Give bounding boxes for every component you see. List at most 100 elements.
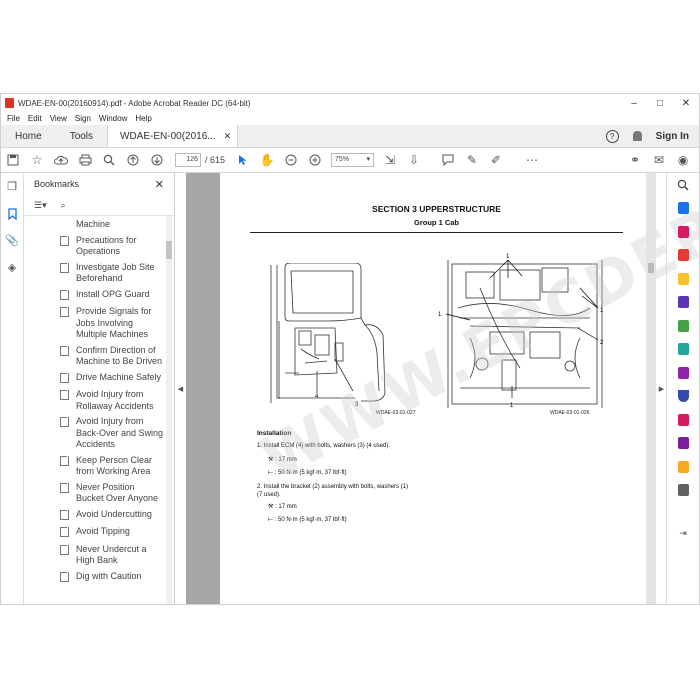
- layers-icon[interactable]: ◈: [1, 254, 23, 281]
- bookmark-item[interactable]: Confirm Direction of Machine to Be Drive…: [24, 345, 164, 368]
- combine-icon[interactable]: [667, 291, 699, 315]
- next-page-icon[interactable]: [147, 150, 167, 170]
- bookmarks-list: Machine Precautions for Operations Inves…: [24, 216, 164, 604]
- bookmarks-scrollbar[interactable]: [166, 216, 172, 604]
- edit-pdf-icon[interactable]: [667, 338, 699, 362]
- create-pdf-icon[interactable]: [667, 244, 699, 268]
- bookmark-options-icon[interactable]: ☰▾: [34, 200, 47, 211]
- share-link-icon[interactable]: ⚭: [625, 150, 645, 170]
- menu-edit[interactable]: Edit: [28, 114, 42, 123]
- close-bookmarks-icon[interactable]: ✕: [155, 178, 164, 191]
- page-fit-icon[interactable]: ⇲: [380, 150, 400, 170]
- select-cursor-icon[interactable]: [233, 150, 253, 170]
- previous-page-icon[interactable]: [123, 150, 143, 170]
- bookmarks-scroll-thumb[interactable]: [166, 241, 172, 259]
- more-tools-icon[interactable]: [667, 479, 699, 503]
- notification-bell-icon[interactable]: [632, 131, 642, 141]
- zoom-in-icon[interactable]: [305, 150, 325, 170]
- step2-wrench-size: : 17 mm: [275, 504, 297, 510]
- bookmark-item[interactable]: Never Undercut a High Bank: [24, 544, 164, 567]
- cloud-upload-icon[interactable]: [51, 150, 71, 170]
- bookmark-page-icon: [60, 417, 69, 427]
- expand-tools-icon[interactable]: ⇥: [667, 522, 699, 546]
- tab-document[interactable]: WDAE-EN-00(2016... ✕: [107, 125, 239, 147]
- pdf-page: SECTION 3 UPPERSTRUCTURE Group 1 Cab 4 3…: [220, 79, 700, 604]
- email-icon[interactable]: ✉: [649, 150, 669, 170]
- close-tab-icon[interactable]: ✕: [224, 131, 232, 142]
- bookmark-item[interactable]: Investigate Job Site Beforehand: [24, 262, 164, 285]
- bookmark-item[interactable]: Install OPG Guard: [24, 289, 164, 301]
- draw-icon[interactable]: ✐: [486, 150, 506, 170]
- step2-torque-value: : 50 N·m (5 kgf·m, 37 lbf·ft): [274, 517, 347, 523]
- zoom-search-icon[interactable]: [99, 150, 119, 170]
- bookmark-page-icon: [60, 527, 69, 537]
- page-number-input[interactable]: 126: [175, 153, 201, 167]
- bookmark-label: Machine: [76, 219, 111, 229]
- maximize-button[interactable]: □: [647, 98, 673, 109]
- attachments-icon[interactable]: 📎: [1, 227, 23, 254]
- sign-in-button[interactable]: Sign In: [656, 131, 689, 142]
- bookmark-label: Dig with Caution: [76, 570, 142, 581]
- menu-sign[interactable]: Sign: [75, 114, 91, 123]
- bookmark-item[interactable]: Precautions for Operations: [24, 235, 164, 258]
- print-icon[interactable]: [75, 150, 95, 170]
- wrench-icon: ⚒: [268, 457, 274, 463]
- tab-tools[interactable]: Tools: [56, 125, 107, 147]
- comment-tool-icon[interactable]: [667, 267, 699, 291]
- organize-icon[interactable]: [667, 220, 699, 244]
- zoom-out-icon[interactable]: [281, 150, 301, 170]
- sign-icon[interactable]: [667, 432, 699, 456]
- scroll-mode-icon[interactable]: ⇩: [404, 150, 424, 170]
- bookmark-item[interactable]: Never Position Bucket Over Anyone: [24, 482, 164, 505]
- installation-heading: Installation: [257, 430, 292, 437]
- bookmarks-panel-icon[interactable]: [1, 200, 23, 227]
- protect-icon[interactable]: [667, 385, 699, 409]
- page-thumbnails-icon[interactable]: ❐: [1, 173, 23, 200]
- export-pdf-icon[interactable]: [667, 197, 699, 221]
- account-icon[interactable]: ◉: [673, 150, 693, 170]
- bookmark-item[interactable]: Avoid Undercutting: [24, 509, 164, 521]
- main-toolbar: ☆ 126 / 615 ✋ 75% ⇲ ⇩: [1, 148, 699, 173]
- compress-icon[interactable]: [667, 314, 699, 338]
- bookmark-item[interactable]: Avoid Injury from Back-Over and Swing Ac…: [24, 416, 164, 451]
- export-icon[interactable]: [667, 408, 699, 432]
- bookmark-item[interactable]: Machine: [24, 219, 164, 231]
- fig-right-label-1-right: 1: [600, 308, 604, 314]
- bookmark-item[interactable]: Dig with Caution: [24, 571, 164, 583]
- acrobat-app-icon: [5, 98, 14, 108]
- close-window-button[interactable]: ✕: [673, 98, 699, 109]
- tab-home[interactable]: Home: [1, 125, 56, 147]
- menu-view[interactable]: View: [50, 114, 67, 123]
- bookmark-page-icon: [60, 455, 69, 466]
- bookmark-page-icon: [60, 390, 69, 400]
- workspace: ❐ 📎 ◈ Bookmarks ✕ ☰▾ ⌕ Machine Precautio…: [1, 79, 700, 604]
- collapse-left-panel-icon[interactable]: ◀: [175, 173, 186, 604]
- minimize-button[interactable]: –: [621, 98, 647, 109]
- bookmark-item[interactable]: Drive Machine Safely: [24, 372, 164, 384]
- bookmark-item[interactable]: Avoid Tipping: [24, 526, 164, 538]
- stamp-icon[interactable]: [667, 455, 699, 479]
- comment-icon[interactable]: [438, 150, 458, 170]
- bookmark-item[interactable]: Keep Person Clear from Working Area: [24, 455, 164, 478]
- document-scroll-thumb[interactable]: [648, 263, 654, 273]
- help-icon[interactable]: ?: [605, 129, 619, 143]
- fig-left-label-4: 4: [315, 394, 319, 400]
- zoom-level-select[interactable]: 75%: [331, 153, 375, 167]
- document-scrollbar[interactable]: [646, 173, 656, 604]
- search-icon[interactable]: [667, 173, 699, 197]
- fill-sign-icon[interactable]: [667, 361, 699, 385]
- bookmark-page-icon: [60, 544, 69, 555]
- hand-tool-icon[interactable]: ✋: [257, 150, 277, 170]
- bookmark-page-icon: [60, 372, 69, 383]
- bookmark-item[interactable]: Avoid Injury from Rollaway Accidents: [24, 389, 164, 412]
- menu-file[interactable]: File: [7, 114, 20, 123]
- bookmark-item[interactable]: Provide Signals for Jobs Involving Multi…: [24, 306, 164, 341]
- step2-spec-wrench: ⚒ : 17 mm: [268, 503, 297, 511]
- find-bookmark-icon[interactable]: ⌕: [61, 200, 66, 211]
- menu-help[interactable]: Help: [135, 114, 151, 123]
- menu-window[interactable]: Window: [99, 114, 127, 123]
- highlight-pen-icon[interactable]: ✎: [462, 150, 482, 170]
- save-icon[interactable]: [3, 150, 23, 170]
- bookmark-star-icon[interactable]: ☆: [27, 150, 47, 170]
- more-options-icon[interactable]: ⋯: [522, 150, 542, 170]
